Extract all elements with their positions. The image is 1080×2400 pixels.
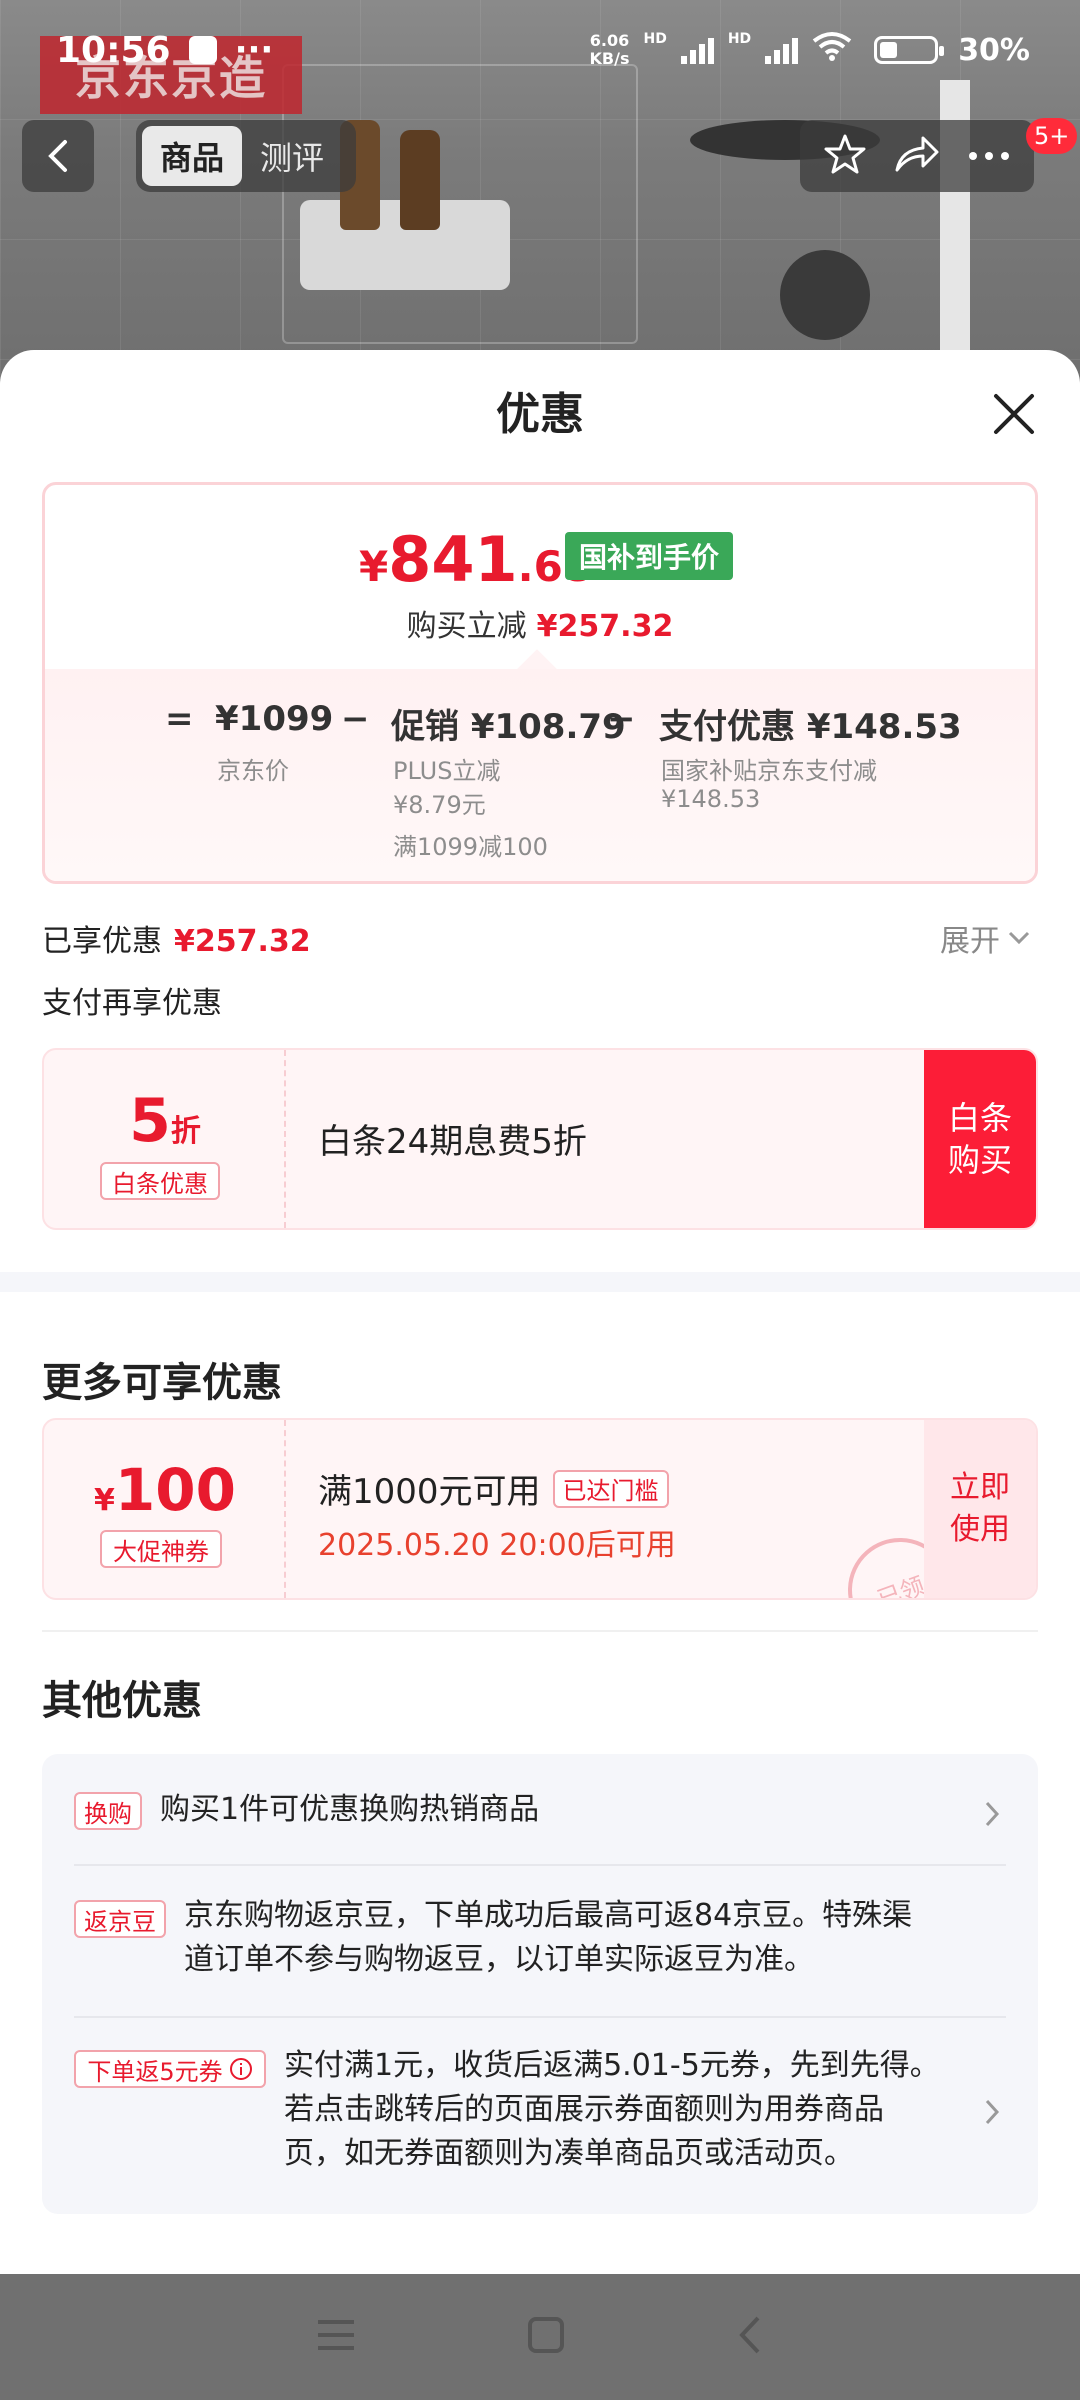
net-speed: 6.06 KB/s	[589, 31, 630, 68]
divider-line	[42, 1630, 1038, 1632]
battery-icon	[874, 36, 945, 64]
system-nav-bar	[0, 2274, 1080, 2400]
chevron-right-icon	[985, 1801, 1000, 1827]
minus-sign: −	[607, 699, 636, 739]
jd-price: ¥1099	[215, 699, 334, 739]
enjoyed-discount-row: 已享优惠 ¥257.32 展开	[42, 916, 1038, 959]
promo-amount: 促销 ¥108.79	[391, 707, 626, 747]
info-icon[interactable]	[229, 2057, 253, 2081]
final-price: ¥ 841 .68	[359, 523, 593, 596]
price-breakdown-card: ¥ 841 .68 国补到手价 购买立减 ¥257.32 = ¥1099 京东价 …	[42, 482, 1038, 884]
coupon-condition: 满1000元可用 已达门槛	[318, 1464, 669, 1513]
offer-text: 购买1件可优惠换购热销商品	[160, 1792, 540, 1827]
equals-sign: =	[165, 699, 194, 739]
nav-actions	[800, 120, 1034, 192]
offer-text: 京东购物返京豆，下单成功后最高可返84京豆。特殊渠 道订单不参与购物返豆，以订单…	[184, 1898, 913, 1977]
enjoyed-amount: ¥257.32	[174, 924, 311, 959]
battery-percent: 30%	[958, 32, 1030, 68]
coupon-time: 2025.05.20 20:00后可用	[318, 1528, 676, 1563]
offer-tag: 换购	[74, 1792, 142, 1830]
promo-sub-plus: PLUS立减	[393, 757, 501, 785]
minus-sign: −	[341, 699, 370, 739]
more-offers-title: 更多可享优惠	[42, 1360, 282, 1406]
use-coupon-button[interactable]: 立即 使用	[924, 1420, 1036, 1598]
offer-text: 实付满1元，收货后返满5.01-5元券，先到先得。 若点击跳转后的页面展示券面额…	[284, 2048, 940, 2171]
signal-icon	[680, 36, 714, 64]
offer-tag: 下单返5元券	[74, 2050, 266, 2088]
pay-sub-amount: ¥148.53	[661, 785, 761, 813]
enjoyed-label: 已享优惠	[42, 924, 162, 959]
hd-label: HD	[643, 31, 667, 47]
status-bar: 10:56 ··· 6.06 KB/s HD HD 30%	[0, 0, 1080, 100]
back-icon	[48, 140, 67, 172]
price-formula: = ¥1099 京东价 − 促销 ¥108.79 PLUS立减 ¥8.79元 满…	[45, 669, 1035, 881]
close-button[interactable]	[990, 390, 1038, 438]
menu-icon[interactable]	[316, 2318, 356, 2356]
hd-label: HD	[727, 31, 752, 47]
threshold-tag: 已达门槛	[552, 1469, 669, 1508]
status-time: 10:56	[56, 29, 171, 71]
signal-icon	[765, 36, 799, 64]
expand-button[interactable]: 展开	[940, 916, 1030, 960]
pay-discount: 支付优惠 ¥148.53	[659, 707, 962, 747]
other-offers-list: 换购 购买1件可优惠换购热销商品 返京豆 京东购物返京豆，下单成功后最高可返84…	[42, 1754, 1038, 2214]
subsidy-tag: 国补到手价	[565, 532, 734, 580]
baitiao-buy-button[interactable]: 白条 购买	[924, 1050, 1036, 1228]
back-button[interactable]	[22, 120, 94, 192]
offer-row-coupon-return[interactable]: 下单返5元券 实付满1元，收货后返满5.01-5元券，先到先得。 若点击跳转后的…	[74, 2040, 1006, 2190]
share-icon[interactable]	[893, 132, 941, 180]
baitiao-offer-card[interactable]: 5折 白条优惠 白条24期息费5折 白条 购买	[42, 1048, 1038, 1230]
section-divider	[0, 1272, 1080, 1292]
tab-product[interactable]: 商品	[142, 126, 243, 186]
promo-sub-amount: ¥8.79元	[393, 791, 486, 819]
promo-sub-fullreduce: 满1099减100	[393, 833, 548, 861]
star-icon[interactable]	[823, 132, 867, 180]
nav-back-icon[interactable]	[736, 2315, 764, 2359]
baitiao-discount: 5折	[129, 1086, 201, 1156]
discount-sheet: 优惠 ¥ 841 .68 国补到手价 购买立减 ¥257.32 = ¥1099 京…	[0, 350, 1080, 2274]
baitiao-desc: 白条24期息费5折	[318, 1122, 587, 1162]
save-line: 购买立减 ¥257.32	[406, 609, 674, 644]
pay-more-label: 支付再享优惠	[42, 986, 222, 1021]
message-badge: 5+	[1026, 118, 1078, 154]
bottle-image	[400, 130, 440, 230]
recording-icon	[188, 36, 217, 64]
close-icon	[994, 394, 1034, 434]
coupon-amount: ¥100	[94, 1456, 236, 1524]
pay-sub-label: 国家补贴京东支付减	[661, 757, 877, 785]
home-icon[interactable]	[527, 2316, 565, 2358]
sheet-title: 优惠	[496, 389, 584, 440]
more-icon[interactable]	[967, 147, 1011, 166]
jd-price-label: 京东价	[217, 757, 289, 785]
coupon-tag: 大促神券	[100, 1530, 222, 1568]
baitiao-tag: 白条优惠	[100, 1162, 220, 1200]
status-dots: ···	[234, 30, 274, 70]
offer-tag: 返京豆	[74, 1900, 166, 1938]
wifi-icon	[812, 31, 852, 69]
tab-review[interactable]: 测评	[242, 126, 342, 186]
hand-shower-image	[780, 250, 870, 340]
other-offers-title: 其他优惠	[42, 1678, 202, 1724]
product-tabs: 商品 测评	[136, 120, 356, 192]
chevron-right-icon	[985, 2099, 1000, 2125]
offer-row-jingdou: 返京豆 京东购物返京豆，下单成功后最高可返84京豆。特殊渠 道订单不参与购物返豆…	[74, 1890, 1006, 2000]
chevron-down-icon	[1008, 931, 1030, 945]
coupon-card[interactable]: ¥100 大促神券 满1000元可用 已达门槛 2025.05.20 20:00…	[42, 1418, 1038, 1600]
